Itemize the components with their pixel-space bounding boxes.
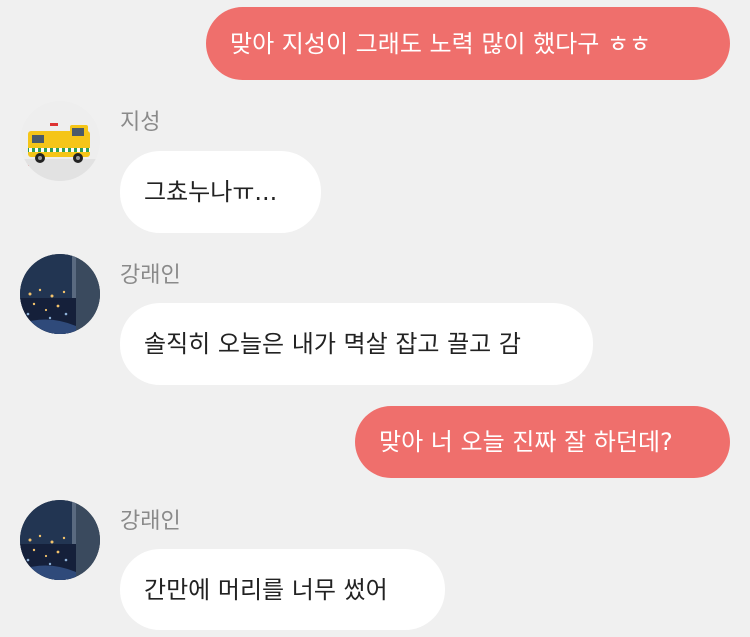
message-text: 맞아 지성이 그래도 노력 많이 했다구 ㅎㅎ <box>230 29 652 58</box>
sender-name: 강래인 <box>120 509 181 534</box>
message-text: 그쵸누나ㅠ... <box>144 178 278 206</box>
other-message-bubble[interactable]: 간만에 머리를 너무 썼어 <box>120 549 445 630</box>
sender-name: 강래인 <box>120 263 181 288</box>
avatar[interactable] <box>20 101 100 181</box>
avatar[interactable] <box>20 254 100 334</box>
night-window-icon <box>20 254 100 334</box>
my-message-bubble[interactable]: 맞아 지성이 그래도 노력 많이 했다구 ㅎㅎ <box>206 7 730 80</box>
my-message-bubble[interactable]: 맞아 너 오늘 진짜 잘 하던데? <box>355 406 730 478</box>
sender-name: 지성 <box>120 110 161 135</box>
avatar[interactable] <box>20 500 100 580</box>
ambulance-icon <box>20 101 100 181</box>
message-text: 솔직히 오늘은 내가 멱살 잡고 끌고 감 <box>144 330 521 358</box>
other-message-bubble[interactable]: 솔직히 오늘은 내가 멱살 잡고 끌고 감 <box>120 303 593 385</box>
message-text: 간만에 머리를 너무 썼어 <box>144 575 388 604</box>
message-text: 맞아 너 오늘 진짜 잘 하던데? <box>379 428 673 456</box>
other-message-bubble[interactable]: 그쵸누나ㅠ... <box>120 151 321 233</box>
chat-thread: 맞아 지성이 그래도 노력 많이 했다구 ㅎㅎ 지성 그쵸누나ㅠ... 강래인 … <box>0 0 750 637</box>
night-window-icon <box>20 500 100 580</box>
